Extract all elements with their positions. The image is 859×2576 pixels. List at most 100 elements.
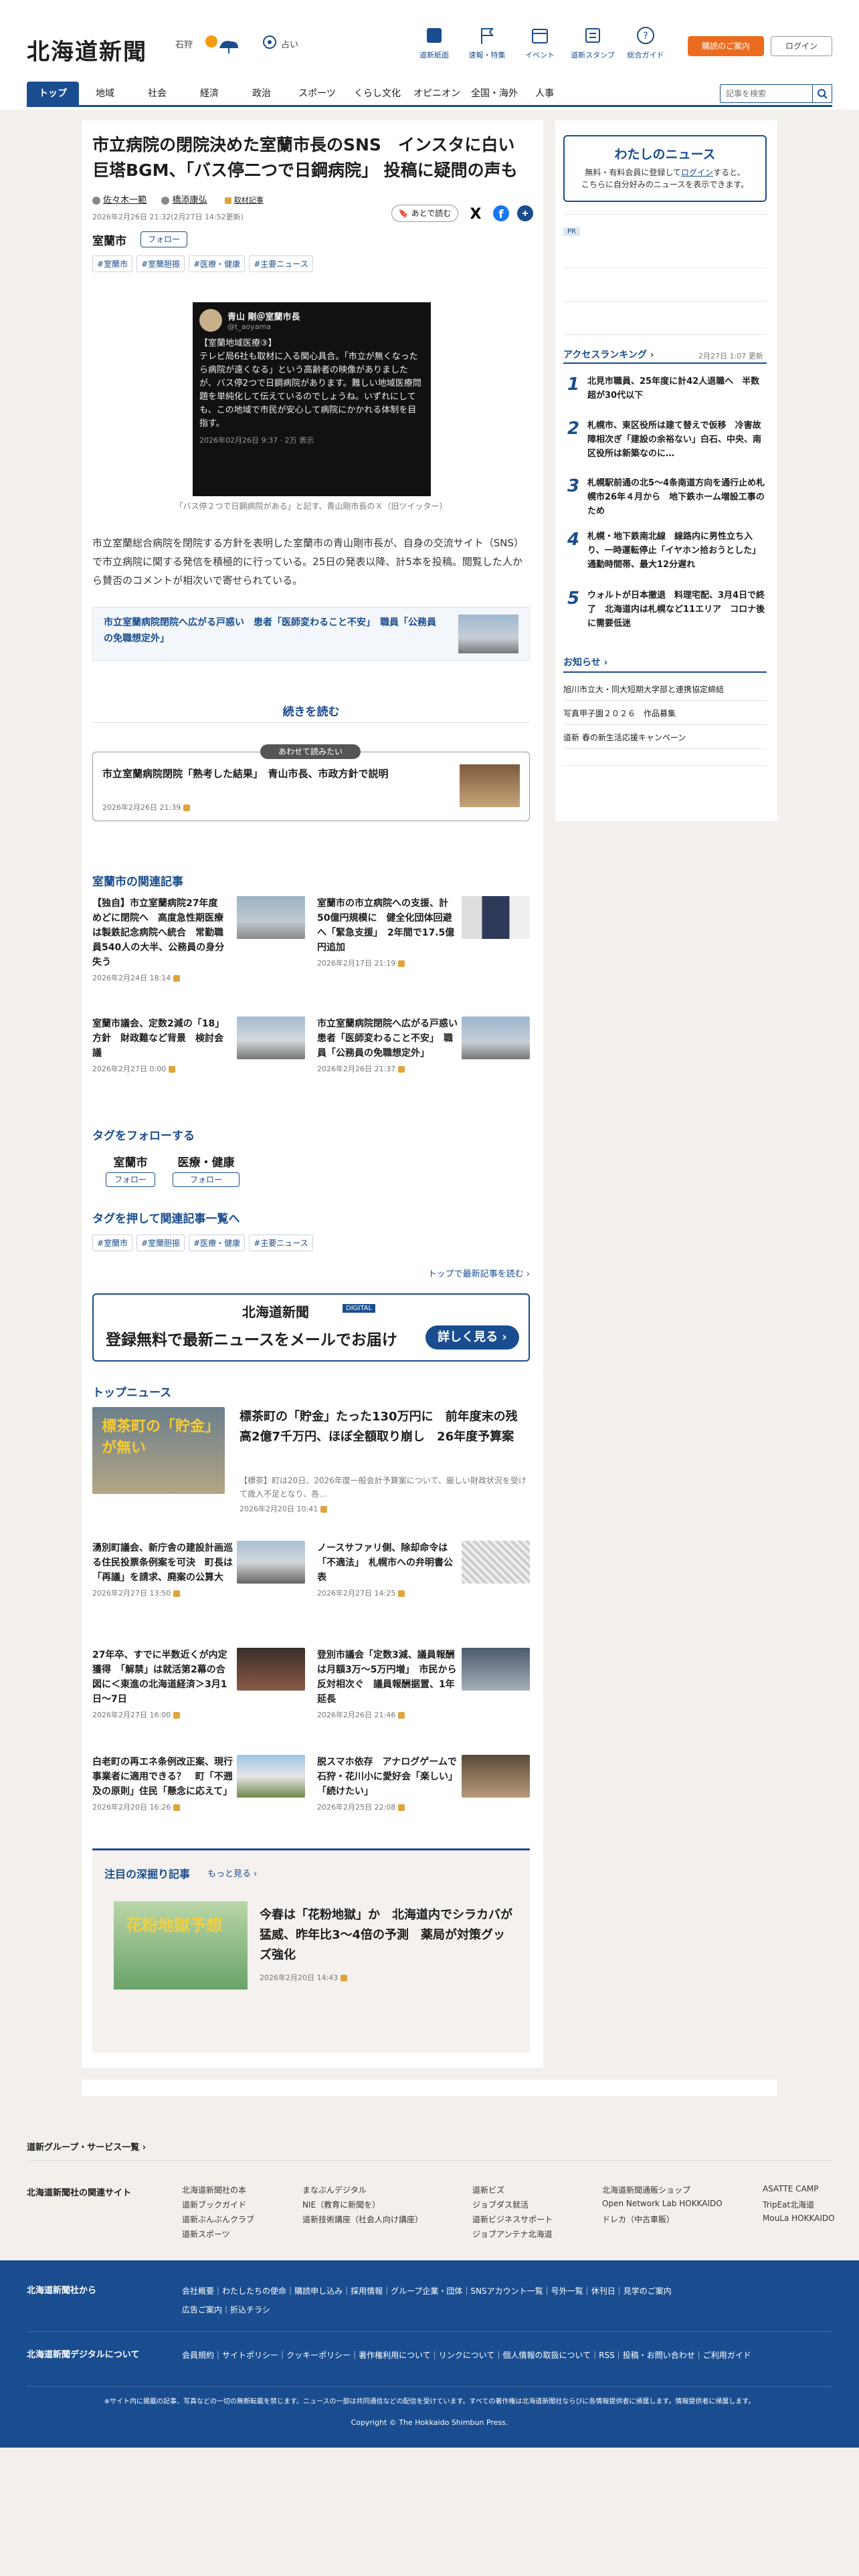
footer-link[interactable]: ご利用ガイド <box>703 2351 751 2360</box>
footer-link[interactable]: 会社概要 <box>182 2286 214 2296</box>
news-item[interactable]: 登別市議会「定数3減、議員報酬は月額3万〜5万円増」 市民から反対相次ぐ 議員報… <box>317 1648 531 1735</box>
search-button[interactable] <box>812 84 832 103</box>
footer-link[interactable]: SNSアカウント一覧 <box>470 2286 543 2296</box>
footer-link[interactable]: 会員規約 <box>182 2351 214 2360</box>
tag-chip[interactable]: #室蘭市 <box>92 1235 133 1251</box>
ranking-item[interactable]: 5 ウォルトが日本撤退 料理宅配、3月4日で終了 北海道内は札幌など11エリア コ… <box>555 588 777 639</box>
tool-event[interactable]: イベント <box>516 25 563 60</box>
follow-button[interactable]: フォロー <box>173 1172 240 1187</box>
notice-item[interactable]: 道新 春の新生活応援キャンペーン <box>563 726 767 749</box>
footer-site-link[interactable]: 道新ビズ <box>472 2184 504 2195</box>
footer-site-link[interactable]: 道新スポーツ <box>182 2228 230 2240</box>
footer-site-link[interactable]: 北海道新聞社の本 <box>182 2184 246 2195</box>
x-icon[interactable]: X <box>467 205 484 222</box>
notice-heading[interactable]: お知らせ › <box>563 655 607 669</box>
nav-personnel[interactable]: 人事 <box>523 82 566 106</box>
related-article-link[interactable]: 市立室蘭病院閉院へ広がる戸惑い 患者「医師変わること不安」 職員「公務員の免職想… <box>92 607 530 661</box>
deep-dive-more[interactable]: もっと見る › <box>207 1866 257 1879</box>
tag-chip[interactable]: #医療・健康 <box>189 1235 246 1251</box>
footer-site-link[interactable]: 道新技術講座（社会人向け講座） <box>302 2214 423 2225</box>
ranking-item[interactable]: 3 札幌駅前通の北5〜4条南道方向を通行止め札幌市26年４月から 地下鉄ホーム増設… <box>555 476 777 527</box>
group-services-link[interactable]: 道新グループ・サービス一覧 › <box>27 2140 146 2153</box>
footer-link[interactable]: 見学のご案内 <box>624 2286 672 2296</box>
read-more-button[interactable]: 続きを読む <box>92 702 530 719</box>
weather-city[interactable]: 石狩 <box>175 37 193 50</box>
nav-culture[interactable]: くらし文化 <box>347 82 408 106</box>
related-item[interactable]: 市立室蘭病院閉院へ広がる戸惑い 患者「医師変わること不安」 職員「公務員の免職想… <box>317 1016 531 1103</box>
footer-site-link[interactable]: 北海道新聞通販ショップ <box>602 2184 690 2195</box>
region-label[interactable]: 室蘭市 <box>92 231 126 248</box>
footer-link[interactable]: 号外一覧 <box>551 2286 583 2296</box>
tag-chip[interactable]: #室蘭胆振 <box>136 1235 185 1251</box>
footer-site-link[interactable]: 道新ビジネスサポート <box>472 2214 553 2225</box>
news-item[interactable]: ノースサファリ側、除却命令は「不適法」 札幌市への弁明書公表 2026年2月27… <box>317 1541 531 1628</box>
footer-site-link[interactable]: まなぶんデジタル <box>302 2184 367 2195</box>
subscribe-button[interactable]: 購読のご案内 <box>688 36 764 56</box>
save-button[interactable]: 🔖 あとで読む <box>391 205 458 222</box>
footer-site-link[interactable]: ジョブアンテナ北海道 <box>472 2228 553 2240</box>
related-item[interactable]: 【独自】市立室蘭病院27年度めどに閉院へ 高度急性期医療は製鉄記念病院へ統合 常… <box>92 896 306 983</box>
nav-top[interactable]: トップ <box>27 82 79 106</box>
footer-site-link[interactable]: 道新ブックガイド <box>182 2199 246 2210</box>
tool-guide[interactable]: ? 総合ガイド <box>622 25 669 60</box>
login-button[interactable]: ログイン <box>771 36 832 56</box>
footer-link[interactable]: サイトポリシー <box>222 2351 278 2360</box>
fortune-link[interactable]: 占い <box>281 37 298 50</box>
ranking-item[interactable]: 2 札幌市、東区役所は建て替えで仮移 冷害故障相次ぎ「建設の余裕ない」白石、中央、… <box>555 419 777 472</box>
footer-site-link[interactable]: ドレカ（中古車販） <box>602 2214 674 2225</box>
related-link[interactable]: 取材記事 <box>234 196 264 205</box>
footer-link[interactable]: 広告ご案内 <box>182 2305 222 2315</box>
tool-paper[interactable]: 道新紙面 <box>411 25 458 60</box>
nav-national[interactable]: 全国・海外 <box>466 82 523 106</box>
deep-dive-item[interactable]: 花粉地獄予想 今春は「花粉地獄」か 北海道内でシラカバが猛威、昨年比3〜4倍の予… <box>114 1901 515 1995</box>
ranking-item[interactable]: 4 札幌・地下鉄南北線 線路内に男性立ち入り、一時運転停止「イヤホン拾おうとした」… <box>555 530 777 583</box>
tag-chip[interactable]: #室蘭市 <box>92 255 133 272</box>
footer-link[interactable]: 投稿・お問い合わせ <box>623 2351 695 2360</box>
also-read-card[interactable]: あわせて読みたい 市立室蘭病院閉院「熟考した結果」 青山市長、市政方針で説明 2… <box>92 744 530 821</box>
footer-link[interactable]: グループ企業・団体 <box>391 2286 462 2296</box>
footer-site-link[interactable]: 道新ぶんぶんクラブ <box>182 2214 254 2225</box>
tool-breaking[interactable]: 速報・特集 <box>464 25 510 60</box>
tag-chip[interactable]: #室蘭胆振 <box>136 255 185 272</box>
footer-link[interactable]: 購読申し込み <box>294 2286 343 2296</box>
top-latest-link[interactable]: トップで最新記事を読む › <box>336 1267 530 1279</box>
footer-site-link[interactable]: NIE（教育に新聞を） <box>302 2199 380 2210</box>
tag-chip[interactable]: #主要ニュース <box>249 1235 313 1251</box>
footer-link[interactable]: 採用情報 <box>351 2286 383 2296</box>
search-input[interactable] <box>720 84 814 103</box>
footer-link[interactable]: 個人情報の取扱について <box>502 2351 591 2360</box>
newsletter-banner[interactable]: 北海道新聞 DIGITAL 登録無料で最新ニュースをメールでお届け 詳しく見る … <box>92 1293 530 1362</box>
news-item[interactable]: 脱スマホ依存 アナログゲームで 石狩・花川小に愛好会「楽しい」「続けたい」 20… <box>317 1755 531 1842</box>
top-news-lead[interactable]: 標茶町の「貯金」が無い 標茶町の「貯金」たった130万円に 前年度末の残高2億7… <box>92 1407 530 1517</box>
tool-stamp[interactable]: 道新スタンプ <box>569 25 616 60</box>
footer-link[interactable]: わたしたちの使命 <box>222 2286 286 2296</box>
site-logo[interactable]: 北海道新聞 <box>27 33 147 66</box>
news-item[interactable]: 27年卒、すでに半数近くが内定獲得 「解禁」は就活第2幕の合図に＜東進の北海道経… <box>92 1648 306 1735</box>
nav-society[interactable]: 社会 <box>131 82 183 106</box>
ranking-item[interactable]: 1 北見市職員、25年度に計42人退職へ 半数超が30代以下 <box>555 374 777 415</box>
author-link[interactable]: 橋添康弘 <box>172 195 207 205</box>
footer-link[interactable]: RSS <box>599 2351 615 2360</box>
footer-link[interactable]: リンクについて <box>439 2351 495 2360</box>
footer-site-link[interactable]: ジョブダス就活 <box>472 2199 529 2210</box>
fortune-icon[interactable] <box>262 35 277 49</box>
related-item[interactable]: 室蘭市議会、定数2減の「18」方針 財政難など背景 検討会議 2026年2月27… <box>92 1016 306 1090</box>
footer-link[interactable]: 著作権利用について <box>359 2351 431 2360</box>
nav-region[interactable]: 地域 <box>79 82 131 106</box>
news-item[interactable]: 湧別町議会、新庁舎の建設計画巡る住民投票条例案を可決 町長は「再議」を請求、廃案… <box>92 1541 306 1628</box>
footer-site-link[interactable]: ASATTE CAMP <box>763 2184 818 2193</box>
follow-button[interactable]: フォロー <box>140 231 187 247</box>
notice-item[interactable]: 写真甲子園２０２６ 作品募集 <box>563 702 767 725</box>
ranking-heading[interactable]: アクセスランキング › <box>563 348 654 361</box>
share-icon[interactable] <box>516 205 534 222</box>
facebook-icon[interactable]: f <box>492 205 510 222</box>
weather-icon[interactable] <box>202 31 242 55</box>
footer-site-link[interactable]: MouLa HOKKAIDO <box>763 2214 835 2223</box>
notice-item[interactable]: 旭川市立大・同大短期大学部と連携協定締結 <box>563 678 767 701</box>
nav-sports[interactable]: スポーツ <box>288 82 347 106</box>
footer-link[interactable]: クッキーポリシー <box>286 2351 351 2360</box>
nav-opinion[interactable]: オピニオン <box>408 82 466 106</box>
author-link[interactable]: 佐々木一範 <box>103 195 147 205</box>
tag-chip[interactable]: #医療・健康 <box>189 255 246 272</box>
tag-chip[interactable]: #主要ニュース <box>249 255 313 272</box>
